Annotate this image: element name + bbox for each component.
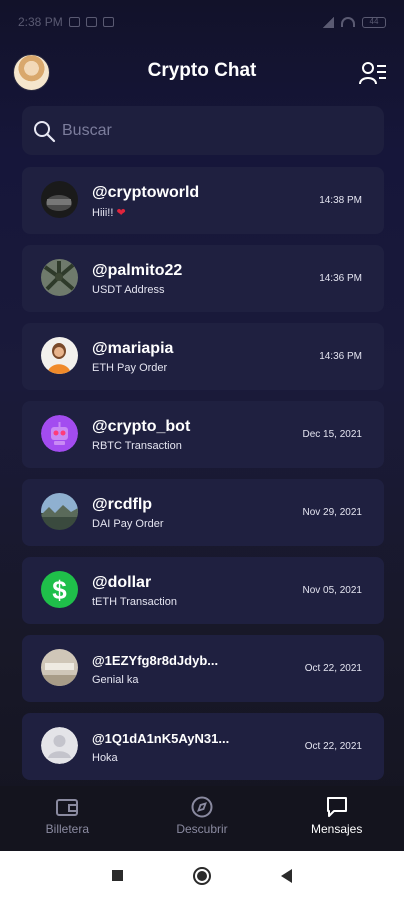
message-time: 14:36 PM xyxy=(319,351,362,362)
chat-item-rcdflp[interactable]: @rcdflp DAI Pay Order Nov 29, 2021 xyxy=(22,479,384,546)
nav-item-mensajes[interactable]: Mensajes xyxy=(269,786,404,851)
default-avatar-icon xyxy=(41,727,78,764)
recents-icon[interactable] xyxy=(112,870,123,881)
back-icon[interactable] xyxy=(281,868,292,883)
message-preview: ETH Pay Order xyxy=(92,362,168,374)
chat-item-crypto-bot[interactable]: @crypto_bot RBTC Transaction Dec 15, 202… xyxy=(22,401,384,468)
contact-name: @1Q1dA1nK5AyN31... xyxy=(92,731,230,746)
message-time: Nov 29, 2021 xyxy=(302,507,363,518)
nav-item-billetera[interactable]: Billetera xyxy=(0,786,135,851)
search-icon xyxy=(34,120,56,142)
contact-avatar xyxy=(41,337,78,374)
robot-icon xyxy=(41,415,78,452)
contact-name: @1EZYfg8r8dJdyb... xyxy=(92,653,219,668)
svg-text:$: $ xyxy=(52,575,67,605)
contact-name: @rcdflp xyxy=(92,496,153,513)
message-preview: RBTC Transaction xyxy=(92,440,182,452)
app-header: Crypto Chat xyxy=(0,50,404,96)
message-preview: DAI Pay Order xyxy=(92,518,164,530)
chat-item-cryptoworld[interactable]: @cryptoworld Hiii!! ❤ 14:38 PM xyxy=(22,167,384,234)
message-time: Oct 22, 2021 xyxy=(304,663,362,674)
chat-item-1q1da1[interactable]: @1Q1dA1nK5AyN31... Hoka Oct 22, 2021 xyxy=(22,713,384,780)
message-preview: Genial ka xyxy=(92,674,139,686)
contact-name: @dollar xyxy=(92,574,152,591)
message-time: 14:36 PM xyxy=(319,273,362,284)
dollar-icon: $ xyxy=(41,571,78,608)
message-preview: USDT Address xyxy=(92,284,165,296)
wallet-icon xyxy=(56,799,79,816)
nav-label: Billetera xyxy=(45,822,90,836)
bottom-nav: Billetera Descubrir Mensajes xyxy=(0,786,404,851)
chat-bubble-icon xyxy=(326,797,347,817)
contact-name: @crypto_bot xyxy=(92,418,191,435)
nav-label: Descubrir xyxy=(176,822,228,836)
home-icon[interactable] xyxy=(193,866,211,885)
status-left: 2:38 PM xyxy=(18,15,114,29)
chat-list: @cryptoworld Hiii!! ❤ 14:38 PM @palmito2… xyxy=(22,167,384,791)
chat-item-dollar[interactable]: $ @dollar tETH Transaction Nov 05, 2021 xyxy=(22,557,384,624)
contact-avatar xyxy=(41,259,78,296)
chat-item-mariapia[interactable]: @mariapia ETH Pay Order 14:36 PM xyxy=(22,323,384,390)
message-time: Nov 05, 2021 xyxy=(302,585,363,596)
app-notification-icon xyxy=(85,17,97,27)
screenshot-icon xyxy=(102,17,114,27)
wifi-icon xyxy=(341,17,355,27)
contact-name: @mariapia xyxy=(92,340,174,357)
chat-item-palmito22[interactable]: @palmito22 USDT Address 14:36 PM xyxy=(22,245,384,312)
status-bar: 2:38 PM 44 xyxy=(0,0,404,44)
status-time: 2:38 PM xyxy=(18,15,63,29)
notification-icon xyxy=(68,17,80,27)
nav-label: Mensajes xyxy=(311,822,363,836)
signal-icon xyxy=(323,16,334,28)
page-title: Crypto Chat xyxy=(147,60,257,81)
nav-item-descubrir[interactable]: Descubrir xyxy=(135,786,270,851)
battery-icon: 44 xyxy=(362,16,386,28)
contact-name: @cryptoworld xyxy=(92,184,200,201)
contact-avatar xyxy=(41,493,78,530)
chat-item-1ezyfg[interactable]: @1EZYfg8r8dJdyb... Genial ka Oct 22, 202… xyxy=(22,635,384,702)
search-bar[interactable] xyxy=(22,106,384,155)
compass-icon xyxy=(191,796,213,818)
contacts-icon[interactable] xyxy=(359,60,387,86)
status-right: 44 xyxy=(323,16,386,28)
contact-name: @palmito22 xyxy=(92,262,183,279)
message-time: 14:38 PM xyxy=(319,195,362,206)
message-time: Oct 22, 2021 xyxy=(304,741,362,752)
app-screen: 2:38 PM 44 Crypto Chat Buscar @cryptowor… xyxy=(0,0,404,851)
search-input[interactable] xyxy=(62,121,362,140)
heart-icon: ❤ xyxy=(116,207,126,219)
message-preview: Hoka xyxy=(92,752,118,764)
message-time: Dec 15, 2021 xyxy=(302,429,363,440)
message-preview: Hiii!! ❤ xyxy=(92,207,126,219)
message-preview: tETH Transaction xyxy=(92,596,177,608)
contact-avatar xyxy=(41,181,78,218)
contact-avatar xyxy=(41,649,78,686)
system-nav-bar xyxy=(0,851,404,900)
